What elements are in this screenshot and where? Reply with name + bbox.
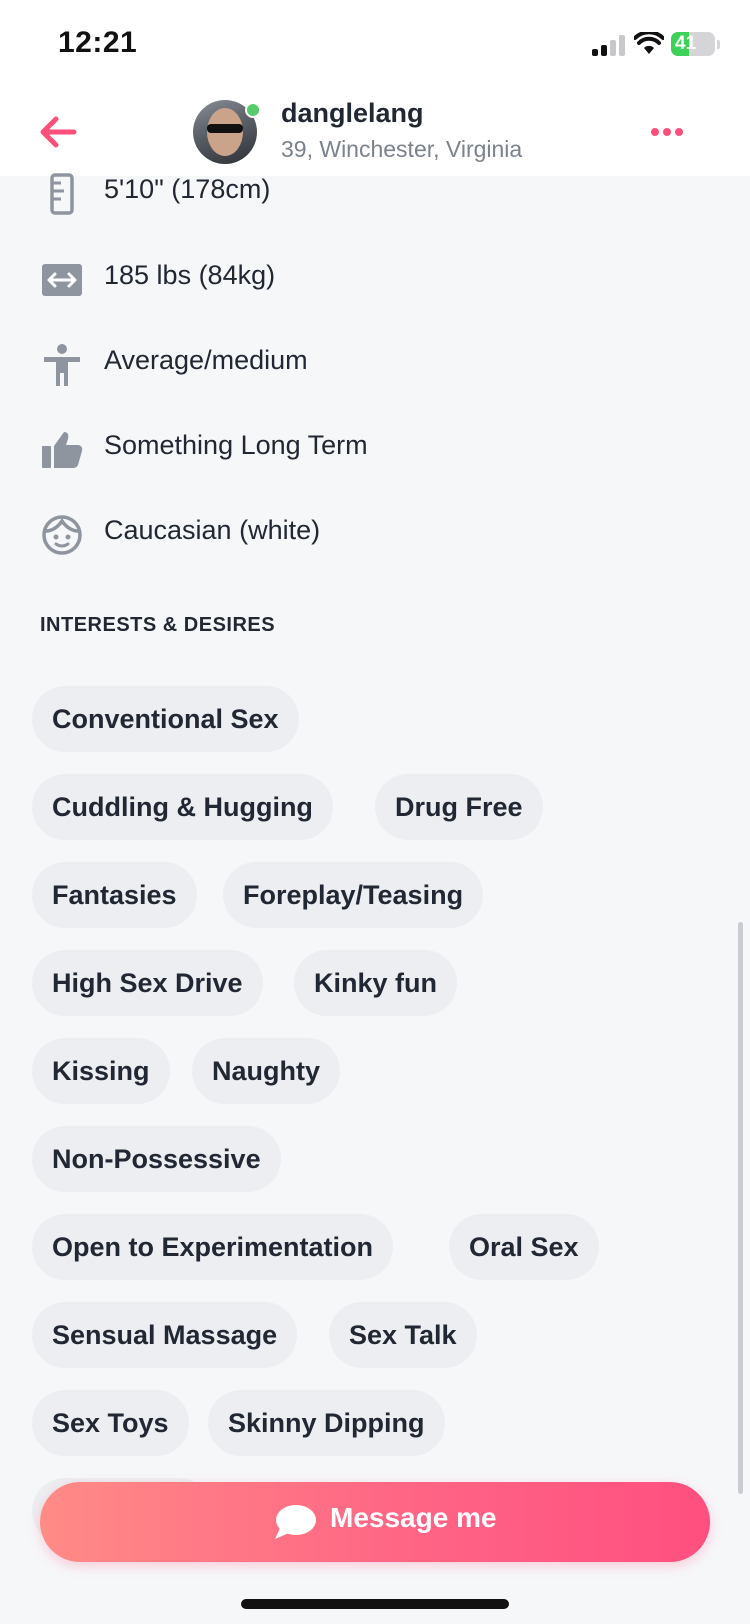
interest-chip[interactable]: Naughty: [192, 1038, 340, 1104]
interest-chip[interactable]: Drug Free: [375, 774, 543, 840]
username[interactable]: danglelang: [281, 98, 424, 129]
attribute-label: 185 lbs (84kg): [104, 260, 276, 290]
interest-chip[interactable]: Sensual Massage: [32, 1302, 298, 1368]
interests-section-title: INTERESTS & DESIRES: [40, 614, 276, 636]
online-status-indicator: [245, 102, 261, 118]
attribute-ethnicity: Caucasian (white): [40, 503, 680, 563]
attribute-label: Something Long Term: [104, 430, 368, 460]
user-age-location: 39, Winchester, Virginia: [281, 136, 523, 162]
face-icon: [42, 515, 82, 555]
interest-chip[interactable]: Sex Toys: [32, 1390, 189, 1456]
status-bar: 12:21 41: [0, 0, 750, 88]
interest-chip[interactable]: Skinny Dipping: [208, 1390, 445, 1456]
battery-percent: 41: [675, 33, 697, 54]
attribute-label: Average/medium: [104, 345, 308, 375]
weight-icon: [42, 264, 82, 296]
interest-chip[interactable]: High Sex Drive: [32, 950, 263, 1016]
home-indicator[interactable]: [241, 1599, 509, 1609]
message-me-button[interactable]: Message me: [40, 1482, 710, 1562]
thumbs-up-icon: [42, 432, 83, 468]
wifi-icon: [634, 32, 664, 54]
battery-tip: [717, 40, 720, 49]
attribute-looking-for: Something Long Term: [40, 418, 680, 478]
ruler-icon: [50, 173, 74, 215]
scrollbar[interactable]: [738, 922, 743, 1494]
status-time: 12:21: [58, 26, 138, 59]
attribute-height: 5'10" (178cm): [40, 162, 680, 222]
battery-icon: 41: [671, 32, 715, 56]
interest-chip[interactable]: Foreplay/Teasing: [223, 862, 484, 928]
interest-chip[interactable]: Oral Sex: [449, 1214, 599, 1280]
interest-chip[interactable]: Open to Experimentation: [32, 1214, 394, 1280]
interest-chip[interactable]: Cuddling & Hugging: [32, 774, 333, 840]
more-options-icon[interactable]: [650, 122, 686, 142]
back-arrow-icon[interactable]: [34, 108, 82, 156]
attribute-weight: 185 lbs (84kg): [40, 248, 680, 308]
interest-chip[interactable]: Fantasies: [32, 862, 197, 928]
attribute-label: Caucasian (white): [104, 515, 321, 545]
cellular-signal-icon: [592, 34, 626, 56]
interest-chip[interactable]: Conventional Sex: [32, 686, 299, 752]
interest-chip[interactable]: Kinky fun: [294, 950, 458, 1016]
interest-chip[interactable]: Kissing: [32, 1038, 170, 1104]
interest-chip[interactable]: Sex Talk: [329, 1302, 477, 1368]
message-me-label: Message me: [330, 1502, 497, 1533]
body-type-icon: [44, 344, 80, 386]
attribute-body-type: Average/medium: [40, 333, 680, 393]
attribute-label: 5'10" (178cm): [104, 174, 271, 204]
interest-chip[interactable]: Non-Possessive: [32, 1126, 281, 1192]
chat-bubble-icon: [275, 1505, 316, 1539]
